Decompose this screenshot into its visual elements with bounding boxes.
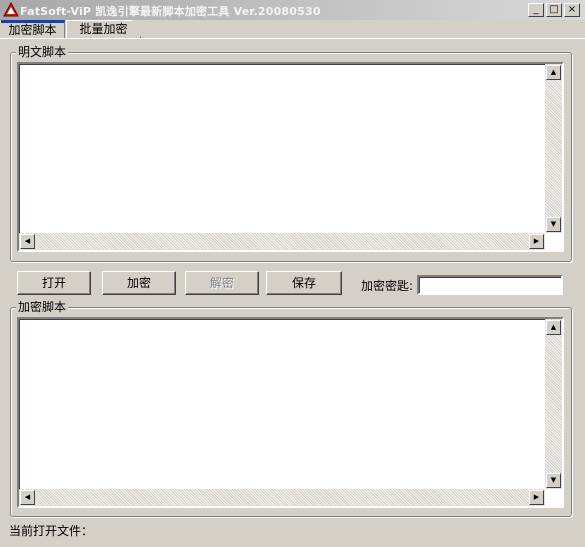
- encrypted-scroll-left-button[interactable]: ◀: [20, 490, 35, 505]
- plain-scroll-up-button[interactable]: ▲: [546, 65, 561, 80]
- current-file-label: 当前打开文件：: [9, 524, 94, 538]
- plain-scroll-right-button[interactable]: ▶: [529, 234, 544, 249]
- open-button[interactable]: 打开: [17, 271, 91, 295]
- encrypt-button[interactable]: 加密: [102, 271, 176, 295]
- minimize-button[interactable]: _: [528, 3, 544, 17]
- plain-script-textarea[interactable]: ▲ ▼ ◀ ▶: [17, 62, 564, 252]
- close-button[interactable]: ×: [564, 3, 580, 17]
- encrypted-script-content: [21, 321, 542, 486]
- plain-scroll-left-button[interactable]: ◀: [20, 234, 35, 249]
- window-title: FatSoft-ViP 凯逸引擎最新脚本加密工具 Ver.20080530: [20, 5, 321, 18]
- encrypted-script-title: 加密脚本: [16, 300, 69, 314]
- tab-encrypt-script[interactable]: 加密脚本: [1, 20, 65, 38]
- tab-batch-encrypt[interactable]: 批量加密: [66, 20, 141, 38]
- plain-scroll-down-button[interactable]: ▼: [546, 217, 561, 232]
- encrypted-scroll-down-button[interactable]: ▼: [546, 473, 561, 488]
- tab-strip-border: [0, 38, 585, 39]
- decrypt-button[interactable]: 解密: [185, 271, 259, 295]
- app-icon: [3, 2, 19, 17]
- encryption-key-label: 加密密匙:: [361, 279, 414, 293]
- encrypted-scroll-right-button[interactable]: ▶: [529, 490, 544, 505]
- plain-script-content: [21, 66, 542, 230]
- plain-horizontal-scrollbar[interactable]: [19, 233, 545, 250]
- encrypted-horizontal-scrollbar[interactable]: [19, 489, 545, 506]
- encrypted-script-textarea[interactable]: ▲ ▼ ◀ ▶: [17, 317, 564, 508]
- encryption-key-input[interactable]: [417, 275, 563, 295]
- save-button[interactable]: 保存: [266, 271, 342, 295]
- plain-script-title: 明文脚本: [16, 45, 69, 59]
- plain-vertical-scrollbar[interactable]: [545, 64, 562, 233]
- encrypted-vertical-scrollbar[interactable]: [545, 319, 562, 489]
- encrypted-scroll-up-button[interactable]: ▲: [546, 320, 561, 335]
- maximize-button[interactable]: □: [546, 3, 562, 17]
